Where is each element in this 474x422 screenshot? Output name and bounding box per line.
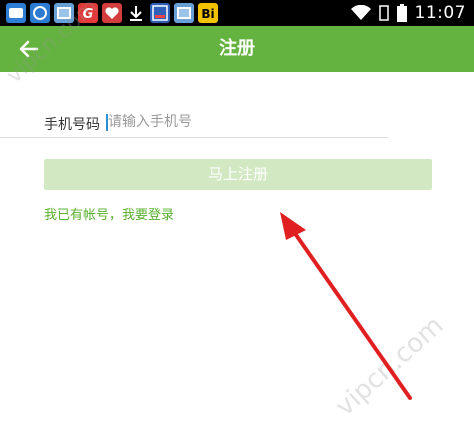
annotation-arrow <box>280 212 412 400</box>
